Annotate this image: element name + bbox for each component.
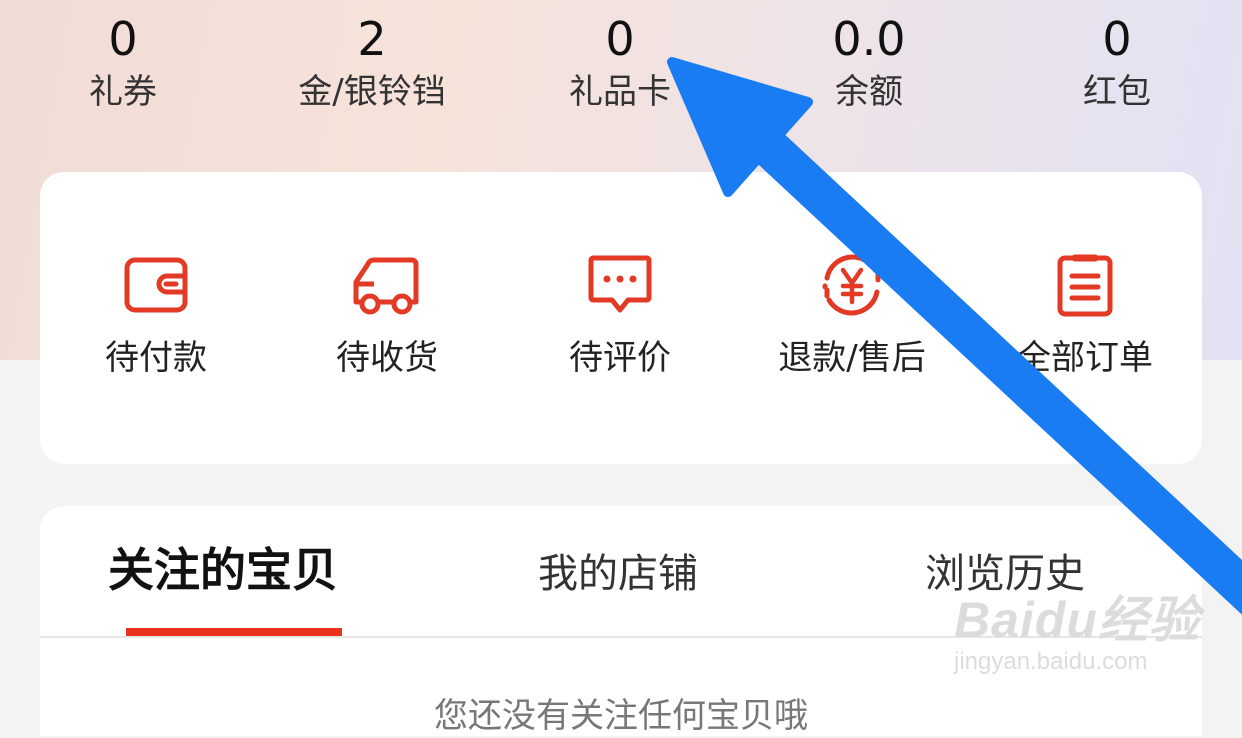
delivery-truck-icon xyxy=(353,257,419,315)
stat-value: 0 xyxy=(108,12,138,66)
stat-bells[interactable]: 2 金/银铃铛 xyxy=(272,8,472,114)
stat-value: 0.0 xyxy=(832,12,906,66)
order-refund-after-sales[interactable]: 退款/售后 xyxy=(742,250,962,380)
order-label: 待收货 xyxy=(336,338,438,378)
tab-my-stores[interactable]: 我的店铺 xyxy=(538,546,698,602)
watermark-url: jingyan.baidu.com xyxy=(954,648,1148,675)
stat-label: 金/银铃铛 xyxy=(298,72,446,112)
wallet-icon xyxy=(124,257,188,313)
order-label: 待评价 xyxy=(569,338,671,378)
stat-label: 余额 xyxy=(835,72,903,112)
stat-red-packet[interactable]: 0 红包 xyxy=(1017,8,1217,114)
stat-balance[interactable]: 0.0 余额 xyxy=(769,8,969,114)
stat-value: 2 xyxy=(357,12,387,66)
stat-label: 礼券 xyxy=(89,72,157,112)
order-label: 待付款 xyxy=(105,338,207,378)
stat-value: 0 xyxy=(1102,12,1132,66)
comment-bubble-icon xyxy=(588,255,652,313)
orders-card: 待付款 待收货 待评价 退款/售后 全部订单 xyxy=(40,172,1202,464)
stat-label: 红包 xyxy=(1083,72,1151,112)
empty-state-text: 您还没有关注任何宝贝哦 xyxy=(434,696,808,736)
order-pending-receipt[interactable]: 待收货 xyxy=(277,250,497,380)
order-label: 全部订单 xyxy=(1017,338,1153,378)
active-tab-indicator xyxy=(126,628,342,636)
stat-value: 0 xyxy=(605,12,635,66)
order-pending-review[interactable]: 待评价 xyxy=(510,250,730,380)
clipboard-list-icon xyxy=(1057,254,1113,317)
tab-followed-items[interactable]: 关注的宝贝 xyxy=(108,542,338,598)
order-all-orders[interactable]: 全部订单 xyxy=(975,250,1195,380)
stat-coupons[interactable]: 0 礼券 xyxy=(23,8,223,114)
stat-label: 礼品卡 xyxy=(569,72,671,112)
refund-yen-icon xyxy=(822,254,881,316)
baidu-jingyan-watermark: Baidu经验 jingyan.baidu.com xyxy=(948,580,1199,690)
watermark-logo: Baidu经验 xyxy=(954,592,1200,648)
stat-gift-card[interactable]: 0 礼品卡 xyxy=(520,8,720,114)
account-stats-row: 0 礼券 2 金/银铃铛 0 礼品卡 0.0 余额 0 红包 xyxy=(0,0,1242,150)
order-pending-payment[interactable]: 待付款 xyxy=(46,250,266,380)
order-label: 退款/售后 xyxy=(778,338,926,378)
